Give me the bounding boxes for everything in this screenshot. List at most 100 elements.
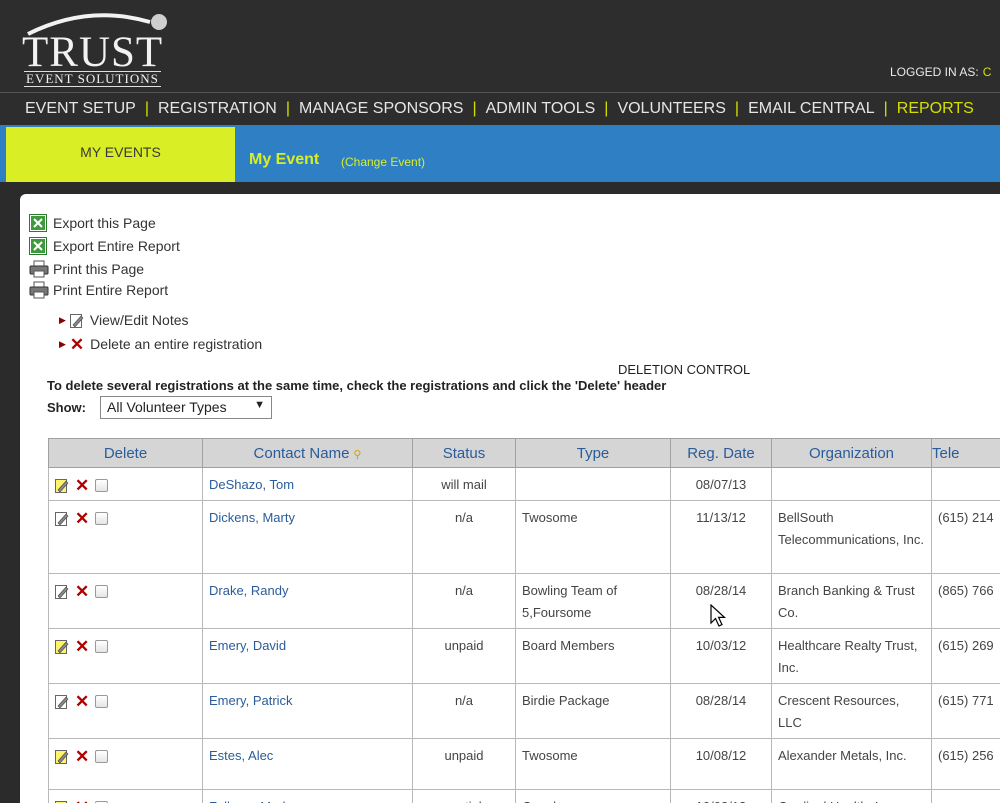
contact-name-cell[interactable]: Drake, Randy <box>202 573 413 629</box>
type-cell: Twosome <box>515 738 671 790</box>
status-cell: n/a <box>412 683 516 739</box>
status-cell: will mail <box>412 467 516 501</box>
row-checkbox[interactable] <box>95 695 109 709</box>
delete-x-icon[interactable]: ✕ <box>75 638 89 655</box>
edit-notes-icon[interactable] <box>55 584 69 600</box>
nav-separator: | <box>883 100 888 117</box>
contact-name-cell[interactable]: Fellows, Mark <box>202 789 413 803</box>
edit-notes-icon <box>69 313 84 328</box>
print-report-label: Print Entire Report <box>53 282 169 298</box>
delete-header[interactable]: Delete <box>48 438 203 468</box>
status-cell: n/a <box>412 573 516 629</box>
row-checkbox[interactable] <box>95 479 109 493</box>
edit-notes-icon[interactable] <box>55 478 69 494</box>
reg-date-cell: 10/08/12 <box>670 738 772 790</box>
contact-name-cell[interactable]: Estes, Alec <box>202 738 413 790</box>
nav-email-central[interactable]: EMAIL CENTRAL <box>748 100 875 118</box>
edit-notes-icon[interactable] <box>55 694 69 710</box>
delete-registration-label: Delete an entire registration <box>90 336 263 352</box>
telephone-cell: (865) 766 <box>931 573 1000 629</box>
organization-cell: BellSouth Telecommunications, Inc. <box>771 500 932 574</box>
contact-name-header[interactable]: Contact Name ⚲ <box>202 438 413 468</box>
delete-x-icon[interactable]: ✕ <box>75 583 89 600</box>
status-cell: unpaid <box>412 738 516 790</box>
export-report-link[interactable]: Export Entire Report <box>29 237 180 255</box>
dropdown-arrow-icon: ▼ <box>254 399 265 411</box>
type-cell: Couple <box>515 789 671 803</box>
current-event-name: My Event <box>249 151 320 168</box>
printer-icon <box>29 281 49 299</box>
organization-cell: Healthcare Realty Trust, Inc. <box>771 628 932 684</box>
table-row: ✕ Drake, Randy n/a Bowling Team of 5,Fou… <box>48 573 1000 629</box>
print-page-link[interactable]: Print this Page <box>29 260 144 278</box>
delete-x-icon[interactable]: ✕ <box>75 748 89 765</box>
table-row: ✕ Emery, David unpaid Board Members 10/0… <box>48 628 1000 684</box>
organization-cell: Crescent Resources, LLC <box>771 683 932 739</box>
type-cell: Birdie Package <box>515 683 671 739</box>
contact-name-cell[interactable]: DeShazo, Tom <box>202 467 413 501</box>
contact-name-cell[interactable]: Dickens, Marty <box>202 500 413 574</box>
reg-date-cell: 11/13/12 <box>670 500 772 574</box>
type-header[interactable]: Type <box>515 438 671 468</box>
change-event-link[interactable]: (Change Event) <box>341 155 425 169</box>
row-actions: ✕ <box>48 500 203 574</box>
telephone-cell: (615) 256 <box>931 738 1000 790</box>
deletion-instructions: To delete several registrations at the s… <box>47 378 667 393</box>
row-actions: ✕ <box>48 683 203 739</box>
nav-volunteers[interactable]: VOLUNTEERS <box>617 100 725 118</box>
row-actions: ✕ <box>48 628 203 684</box>
delete-x-icon[interactable]: ✕ <box>75 510 89 527</box>
nav-event-setup[interactable]: EVENT SETUP <box>25 100 136 118</box>
export-page-label: Export this Page <box>53 215 156 231</box>
reg-date-cell: 08/28/14 <box>670 683 772 739</box>
bullet-triangle-icon: ▶ <box>59 314 66 325</box>
deletion-control-title: DELETION CONTROL <box>618 362 751 377</box>
report-panel: Export this Page Export Entire Report Pr… <box>20 194 1000 803</box>
status-header[interactable]: Status <box>412 438 516 468</box>
nav-registration[interactable]: REGISTRATION <box>158 100 277 118</box>
edit-notes-icon[interactable] <box>55 639 69 655</box>
show-filter-label: Show: <box>47 400 86 415</box>
edit-notes-icon[interactable] <box>55 511 69 527</box>
delete-x-icon[interactable]: ✕ <box>75 693 89 710</box>
trust-logo[interactable]: TRUST EVENT SOLUTIONS <box>18 8 178 90</box>
volunteer-type-select[interactable]: All Volunteer Types ▼ <box>100 396 272 419</box>
row-actions: ✕ <box>48 467 203 501</box>
organization-cell: Cardinal Health, Inc. <box>771 789 932 803</box>
contact-name-cell[interactable]: Emery, David <box>202 628 413 684</box>
export-page-link[interactable]: Export this Page <box>29 214 156 232</box>
row-checkbox[interactable] <box>95 640 109 654</box>
nav-separator: | <box>285 100 290 117</box>
nav-reports[interactable]: REPORTS <box>897 100 974 118</box>
reg-date-cell: 10/03/12 <box>670 628 772 684</box>
reg-date-cell: 08/07/13 <box>670 467 772 501</box>
app-header: TRUST EVENT SOLUTIONS LOGGED IN AS: C <box>0 0 1000 92</box>
organization-header[interactable]: Organization <box>771 438 932 468</box>
nav-separator: | <box>144 100 149 117</box>
organization-cell: Alexander Metals, Inc. <box>771 738 932 790</box>
row-checkbox[interactable] <box>95 585 109 599</box>
delete-x-icon[interactable]: ✕ <box>75 477 89 494</box>
my-events-tab[interactable]: MY EVENTS <box>6 127 235 182</box>
edit-notes-icon[interactable] <box>55 749 69 765</box>
organization-cell: Branch Banking & Trust Co. <box>771 573 932 629</box>
telephone-cell: (615) 214 <box>931 500 1000 574</box>
table-row: ✕ Estes, Alec unpaid Twosome 10/08/12 Al… <box>48 738 1000 790</box>
row-checkbox[interactable] <box>95 750 109 764</box>
nav-manage-sponsors[interactable]: MANAGE SPONSORS <box>299 100 463 118</box>
row-checkbox[interactable] <box>95 512 109 526</box>
print-report-link[interactable]: Print Entire Report <box>29 281 168 299</box>
bullet-triangle-icon: ▶ <box>59 338 66 349</box>
contact-name-cell[interactable]: Emery, Patrick <box>202 683 413 739</box>
status-cell: partial <box>412 789 516 803</box>
type-cell <box>515 467 671 501</box>
logo-wordmark: TRUST <box>22 29 164 76</box>
reg-date-header[interactable]: Reg. Date <box>670 438 772 468</box>
legend-delete-registration: ▶ ✕ Delete an entire registration <box>59 336 263 353</box>
logged-in-label: LOGGED IN AS: <box>890 65 979 79</box>
nav-admin-tools[interactable]: ADMIN TOOLS <box>486 100 596 118</box>
logged-in-user[interactable]: C <box>983 65 992 79</box>
type-cell: Bowling Team of 5,Foursome <box>515 573 671 629</box>
telephone-header[interactable]: Tele <box>931 438 1000 468</box>
excel-icon <box>29 237 47 255</box>
